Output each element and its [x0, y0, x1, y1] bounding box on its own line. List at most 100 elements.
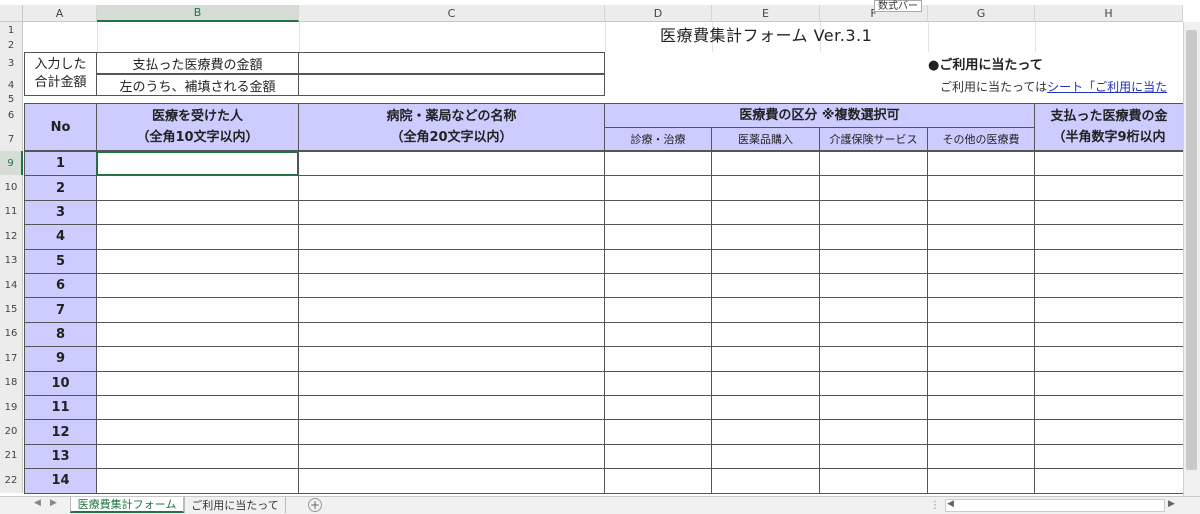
column-header[interactable]: B: [97, 5, 299, 22]
table-cell[interactable]: [1034, 151, 1184, 177]
table-cell[interactable]: [819, 151, 928, 177]
row-header[interactable]: 19: [0, 395, 23, 420]
table-cell[interactable]: [298, 468, 605, 494]
table-cell[interactable]: [1034, 199, 1184, 226]
row-header[interactable]: 7: [0, 127, 23, 151]
table-cell[interactable]: [819, 224, 928, 250]
row-header[interactable]: 22: [0, 468, 23, 493]
row-header[interactable]: 15: [0, 297, 23, 322]
table-cell[interactable]: [604, 468, 712, 494]
table-cell[interactable]: [927, 224, 1035, 250]
split-handle-icon[interactable]: ⋮: [930, 500, 940, 511]
table-cell[interactable]: [1034, 468, 1184, 494]
table-cell[interactable]: [711, 224, 820, 250]
paid-amount-value[interactable]: [298, 52, 605, 74]
table-cell[interactable]: [711, 419, 820, 445]
column-header[interactable]: D: [605, 5, 712, 22]
row-header[interactable]: 17: [0, 346, 23, 371]
tab-usage-notes[interactable]: ご利用に当たって: [184, 497, 286, 513]
row-header[interactable]: 5: [0, 94, 23, 105]
row-header[interactable]: 14: [0, 273, 23, 298]
table-cell[interactable]: [711, 370, 820, 396]
table-cell[interactable]: [711, 346, 820, 372]
column-header[interactable]: A: [23, 5, 97, 22]
vertical-scroll-thumb[interactable]: [1186, 30, 1197, 470]
table-cell[interactable]: [927, 273, 1035, 299]
table-cell[interactable]: [819, 199, 928, 226]
row-header[interactable]: 2: [0, 38, 23, 52]
table-cell[interactable]: [819, 419, 928, 445]
row-header[interactable]: 6: [0, 103, 23, 127]
table-cell[interactable]: [1034, 175, 1184, 201]
table-cell[interactable]: [604, 395, 712, 421]
table-cell[interactable]: [819, 370, 928, 396]
table-cell[interactable]: [927, 370, 1035, 396]
table-cell[interactable]: [927, 468, 1035, 494]
table-cell[interactable]: [927, 151, 1035, 177]
table-cell[interactable]: [1034, 370, 1184, 396]
column-header[interactable]: H: [1035, 5, 1183, 22]
table-cell[interactable]: [711, 443, 820, 470]
add-sheet-icon[interactable]: +: [308, 498, 322, 512]
table-cell[interactable]: [96, 248, 299, 274]
table-cell[interactable]: [298, 443, 605, 470]
table-cell[interactable]: [819, 248, 928, 274]
table-cell[interactable]: [711, 297, 820, 323]
table-cell[interactable]: [927, 175, 1035, 201]
table-cell[interactable]: [96, 419, 299, 445]
column-header[interactable]: C: [299, 5, 605, 22]
table-cell[interactable]: [298, 273, 605, 299]
table-cell[interactable]: [298, 321, 605, 348]
table-cell[interactable]: [927, 248, 1035, 274]
table-cell[interactable]: [1034, 273, 1184, 299]
row-header[interactable]: 1: [0, 22, 23, 38]
tab-scroll-left-icon[interactable]: ◀: [34, 498, 41, 508]
table-cell[interactable]: [927, 346, 1035, 372]
table-cell[interactable]: [96, 321, 299, 348]
table-cell[interactable]: [298, 199, 605, 226]
table-cell[interactable]: [927, 419, 1035, 445]
table-cell[interactable]: [298, 175, 605, 201]
usage-note-link[interactable]: シート「ご利用に当た: [1047, 80, 1167, 94]
tab-medical-form[interactable]: 医療費集計フォーム: [70, 497, 184, 513]
select-all-corner[interactable]: [0, 5, 23, 22]
table-cell[interactable]: [711, 175, 820, 201]
row-header[interactable]: 20: [0, 419, 23, 444]
row-header[interactable]: 13: [0, 248, 23, 273]
table-cell[interactable]: [604, 346, 712, 372]
table-cell[interactable]: [1034, 346, 1184, 372]
table-cell[interactable]: [298, 370, 605, 396]
table-cell[interactable]: [96, 468, 299, 494]
table-cell[interactable]: [819, 468, 928, 494]
table-cell[interactable]: [604, 443, 712, 470]
table-cell[interactable]: [298, 224, 605, 250]
table-cell[interactable]: [1034, 224, 1184, 250]
table-cell[interactable]: [819, 297, 928, 323]
table-cell[interactable]: [927, 199, 1035, 226]
table-cell[interactable]: [298, 395, 605, 421]
table-cell[interactable]: [604, 321, 712, 348]
table-cell[interactable]: [711, 468, 820, 494]
table-cell[interactable]: [819, 443, 928, 470]
table-cell[interactable]: [604, 175, 712, 201]
table-cell[interactable]: [711, 199, 820, 226]
table-cell[interactable]: [927, 443, 1035, 470]
table-cell[interactable]: [604, 419, 712, 445]
table-cell[interactable]: [96, 395, 299, 421]
tab-scroll-right-icon[interactable]: ▶: [50, 498, 57, 508]
h-scroll-right-icon[interactable]: ▶: [1168, 499, 1175, 509]
table-cell[interactable]: [711, 248, 820, 274]
table-cell[interactable]: [298, 346, 605, 372]
table-cell[interactable]: [96, 273, 299, 299]
table-cell[interactable]: [819, 273, 928, 299]
table-cell[interactable]: [927, 395, 1035, 421]
table-cell[interactable]: [604, 199, 712, 226]
table-cell[interactable]: [96, 346, 299, 372]
table-cell[interactable]: [604, 370, 712, 396]
row-header[interactable]: 4: [0, 74, 23, 96]
table-cell[interactable]: [711, 273, 820, 299]
table-cell[interactable]: [96, 199, 299, 226]
h-scroll-left-icon[interactable]: ◀: [947, 499, 954, 509]
table-cell[interactable]: [604, 151, 712, 177]
table-cell[interactable]: [1034, 297, 1184, 323]
